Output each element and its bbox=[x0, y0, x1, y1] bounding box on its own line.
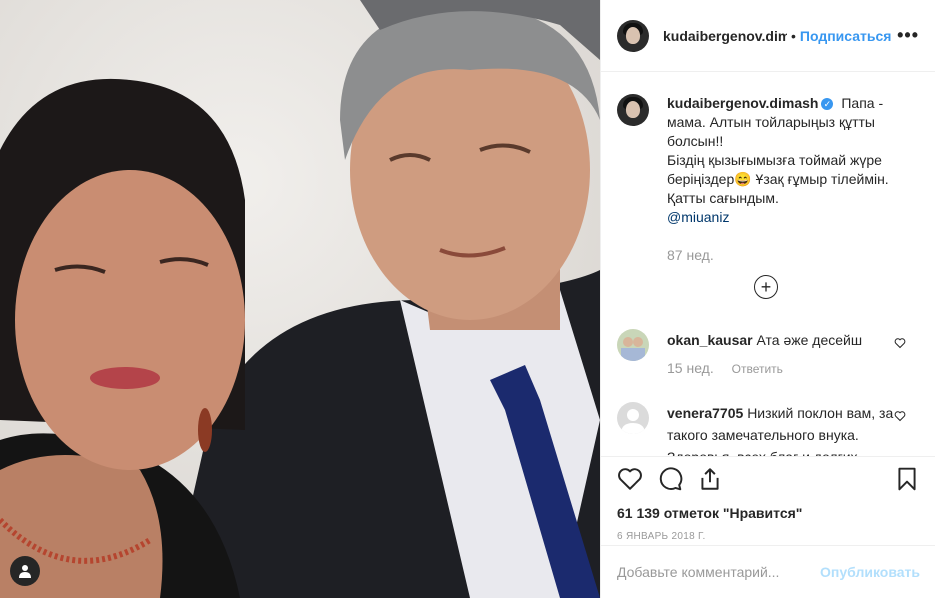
default-avatar-icon bbox=[617, 402, 649, 434]
post-photo-illustration bbox=[0, 0, 600, 598]
caption: kudaibergenov.dimash ✓ Папа - мама. Алтын… bbox=[601, 72, 935, 227]
comment-text-block: venera7705 Низкий поклон вам, за такого … bbox=[667, 402, 897, 456]
follow-button[interactable]: Подписаться bbox=[800, 28, 892, 44]
comment-like-heart-icon[interactable] bbox=[894, 337, 906, 349]
post-date[interactable]: 6 январь 2018 г. bbox=[617, 531, 920, 542]
comment-time[interactable]: 15 нед. bbox=[667, 360, 714, 376]
comments-area[interactable]: kudaibergenov.dimash ✓ Папа - мама. Алтын… bbox=[601, 72, 935, 456]
comment-item: okan_kausar Ата әже десейш 15 нед. Ответ… bbox=[601, 329, 935, 380]
comment-avatar[interactable] bbox=[617, 402, 649, 434]
user-icon bbox=[19, 565, 31, 578]
separator-dot: • bbox=[791, 27, 796, 44]
tagged-users-button[interactable] bbox=[10, 556, 40, 586]
post-side-panel: kudaibergenov.dimash • Подписаться ••• k… bbox=[600, 0, 935, 598]
author-avatar[interactable] bbox=[617, 19, 649, 52]
caption-time[interactable]: 87 нед. bbox=[667, 247, 935, 263]
comment-meta: 15 нед. Ответить bbox=[667, 357, 897, 380]
add-comment-bar: Опубликовать bbox=[601, 545, 935, 598]
post-photo[interactable] bbox=[0, 0, 600, 598]
caption-line-2: Біздің қызығымызға тоймай жүре беріңізде… bbox=[667, 152, 889, 206]
instagram-post-modal: kudaibergenov.dimash • Подписаться ••• k… bbox=[0, 0, 935, 598]
comment-username[interactable]: okan_kausar bbox=[667, 332, 753, 348]
caption-avatar[interactable] bbox=[617, 94, 649, 126]
caption-username[interactable]: kudaibergenov.dimash bbox=[667, 95, 818, 111]
comment-input[interactable] bbox=[617, 564, 817, 580]
save-bookmark-icon[interactable] bbox=[894, 466, 920, 492]
more-options-icon[interactable]: ••• bbox=[897, 25, 919, 46]
verified-badge-icon: ✓ bbox=[821, 98, 834, 110]
comment-avatar[interactable] bbox=[617, 329, 649, 361]
comment-like-heart-icon[interactable] bbox=[894, 410, 906, 422]
comment-text: Ата әже десейш bbox=[756, 332, 863, 348]
likes-count[interactable]: 61 139 отметок "Нравится" bbox=[617, 505, 920, 521]
post-header: kudaibergenov.dimash • Подписаться ••• bbox=[601, 0, 935, 72]
publish-button[interactable]: Опубликовать bbox=[820, 564, 920, 580]
share-icon[interactable] bbox=[697, 466, 723, 492]
comment-item: venera7705 Низкий поклон вам, за такого … bbox=[601, 402, 935, 456]
reply-button[interactable]: Ответить bbox=[732, 362, 783, 376]
commenter-avatar-image bbox=[617, 329, 649, 361]
caption-text: kudaibergenov.dimash ✓ Папа - мама. Алтын… bbox=[667, 94, 917, 227]
post-actions: 61 139 отметок "Нравится" 6 январь 2018 … bbox=[601, 456, 935, 542]
comment-text-block: okan_kausar Ата әже десейш 15 нед. Ответ… bbox=[667, 329, 897, 380]
action-icons bbox=[617, 461, 920, 497]
load-more-comments-icon[interactable]: + bbox=[754, 275, 778, 299]
author-username[interactable]: kudaibergenov.dimash bbox=[663, 28, 787, 44]
caption-mention[interactable]: @miuaniz bbox=[667, 209, 729, 225]
comment-bubble-icon[interactable] bbox=[657, 466, 683, 492]
comment-username[interactable]: venera7705 bbox=[667, 405, 743, 421]
like-heart-icon[interactable] bbox=[617, 466, 643, 492]
